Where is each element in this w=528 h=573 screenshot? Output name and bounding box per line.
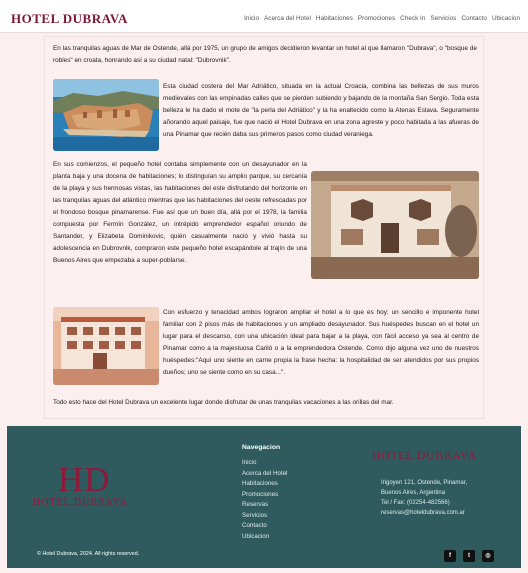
footer-email[interactable]: reservas@hoteldubrava.com.ar (381, 508, 467, 518)
site-header: HOTEL DUBRAVA Inicio Acerca del Hotel Ha… (0, 0, 528, 33)
dubrovnik-paragraph: Esta ciudad costera del Mar Adriático, s… (163, 83, 479, 138)
footer-phone: Tel / Fax: (02254-482566) (381, 500, 450, 506)
expansion-paragraph: Con esfuerzo y tenacidad ambos lograron … (163, 309, 479, 376)
nav-item-contacto[interactable]: Contacto (461, 15, 487, 22)
hotel-street-photo (53, 307, 159, 385)
closing-paragraph: Todo esto hace del Hotel Dubrava un exce… (53, 399, 394, 406)
footer-nav-ubicacion[interactable]: Ubicacion (242, 532, 287, 543)
nav-item-servicios[interactable]: Servicios (430, 15, 456, 22)
nav-item-acerca[interactable]: Acerca del Hotel (264, 15, 311, 22)
footer-logo-letters: HD (58, 460, 111, 499)
footer-address-line1: Irigoyen 121, Ostende, Pinamar, (381, 480, 468, 486)
twitter-icon[interactable]: t (463, 550, 475, 562)
site-footer: HD HOTEL DUBRAVA Navegacion Inicio Acerc… (7, 426, 521, 568)
footer-nav-reservas[interactable]: Reservas (242, 500, 287, 511)
instagram-icon[interactable]: ◎ (482, 550, 494, 562)
footer-nav-inicio[interactable]: Inicio (242, 458, 287, 469)
old-hotel-photo (311, 171, 479, 279)
about-content: En las tranquilas aguas de Mar de Ostend… (44, 36, 484, 419)
nav-item-ubicacion[interactable]: Ubicacion (492, 15, 520, 22)
footer-address-line2: Buenos Aires, Argentina (381, 490, 446, 496)
footer-nav-habitaciones[interactable]: Habitaciones (242, 479, 287, 490)
nav-item-promociones[interactable]: Promociones (358, 15, 395, 22)
footer-brand: HOTEL DUBRAVA (372, 448, 477, 462)
footer-nav-title: Navegacion (242, 444, 281, 451)
footer-nav-contacto[interactable]: Contacto (242, 521, 287, 532)
nav-item-habitaciones[interactable]: Habitaciones (316, 15, 353, 22)
history-paragraph: En sus comienzos, el pequeño hotel conta… (53, 161, 307, 264)
footer-nav: Inicio Acerca del Hotel Habitaciones Pro… (242, 458, 287, 542)
site-brand[interactable]: HOTEL DUBRAVA (11, 11, 128, 27)
dubrovnik-photo (53, 79, 159, 151)
main-nav: Inicio Acerca del Hotel Habitaciones Pro… (244, 15, 520, 22)
facebook-icon[interactable]: f (444, 550, 456, 562)
footer-copyright: © Hotel Dubrava, 2024. All rights reserv… (37, 551, 140, 557)
footer-contact-info: Irigoyen 121, Ostende, Pinamar, Buenos A… (381, 478, 467, 518)
intro-paragraph: En las tranquilas aguas de Mar de Ostend… (53, 45, 477, 64)
nav-item-inicio[interactable]: Inicio (244, 15, 259, 22)
nav-item-checkin[interactable]: Check In (400, 15, 425, 22)
footer-nav-servicios[interactable]: Servicios (242, 511, 287, 522)
footer-nav-acerca[interactable]: Acerca del Hotel (242, 469, 287, 480)
footer-logo-name: HOTEL DUBRAVA (33, 497, 128, 508)
footer-nav-promociones[interactable]: Promociones (242, 490, 287, 501)
